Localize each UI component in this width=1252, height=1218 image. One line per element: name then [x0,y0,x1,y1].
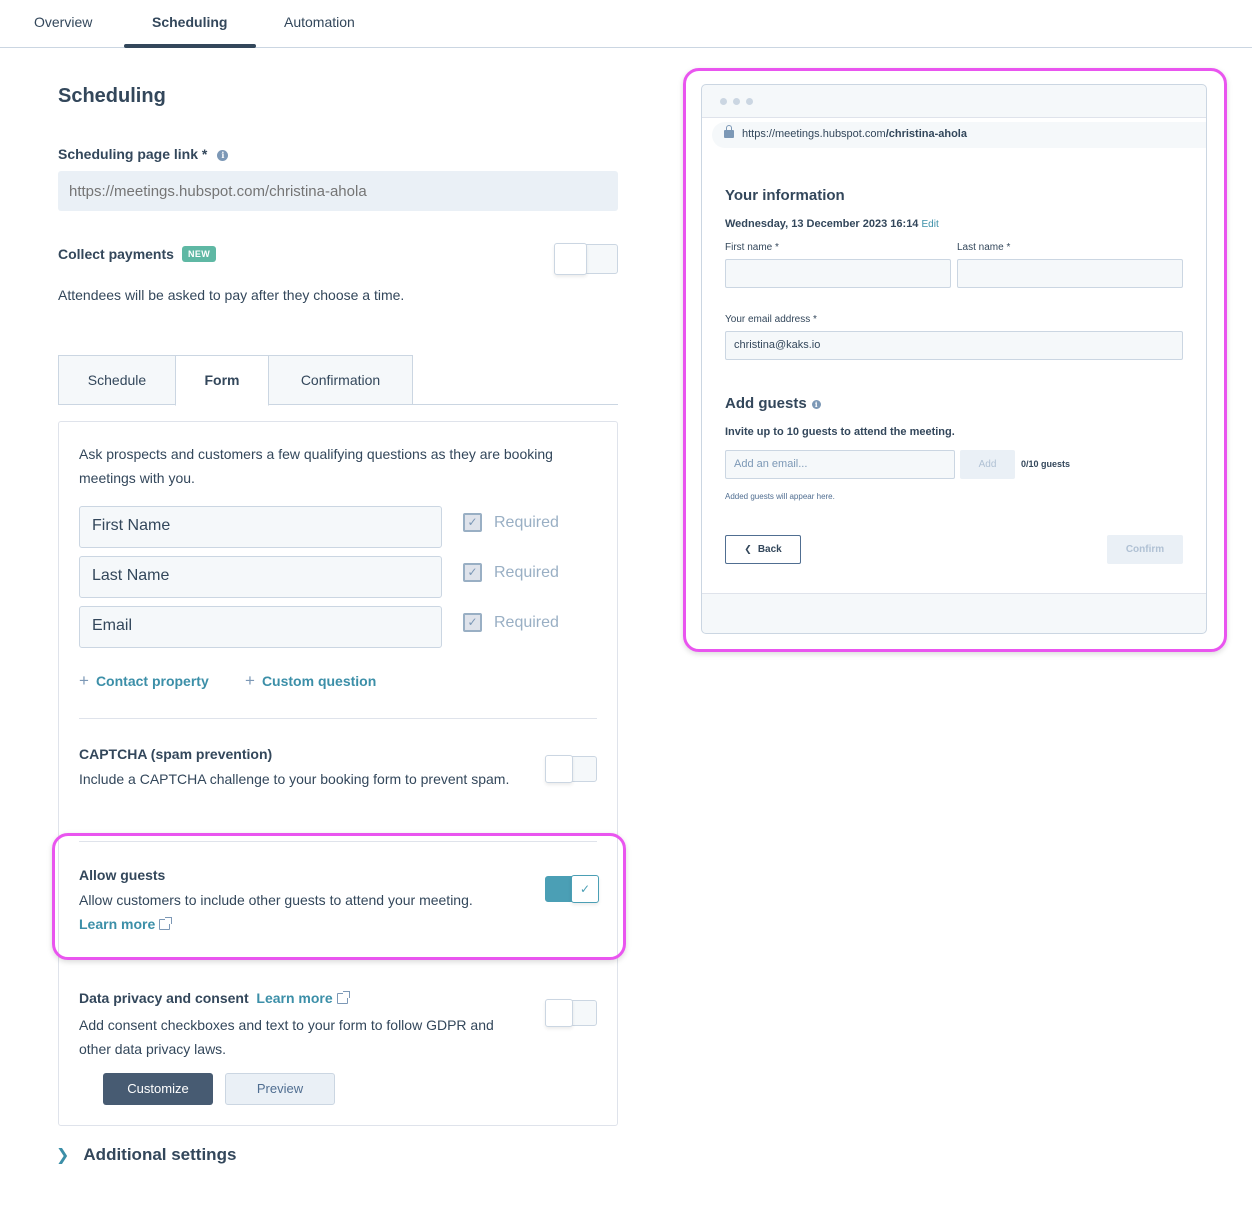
window-dot [733,98,740,105]
subtab-form[interactable]: Form [175,355,269,406]
required-label: Required [494,563,559,581]
subtab-confirmation[interactable]: Confirmation [268,355,413,405]
form-field-email[interactable]: Email [79,606,442,648]
preview-heading: Your information [725,187,845,204]
collect-payments-toggle[interactable] [554,243,618,275]
data-privacy-title: Data privacy and consent Learn more [79,990,350,1006]
allow-guests-description: Allow customers to include other guests … [79,892,473,908]
check-icon: ✓ [571,875,599,903]
window-dot [746,98,753,105]
required-label: Required [494,513,559,531]
info-icon[interactable]: i [811,400,821,409]
preview-email-label: Your email address * [725,314,817,325]
tab-overview[interactable]: Overview [34,14,92,30]
preview-last-name-input[interactable] [957,259,1183,288]
data-privacy-description: Add consent checkboxes and text to your … [79,1017,494,1057]
form-field-first-name[interactable]: First Name [79,506,442,548]
required-last-name[interactable]: ✓ Required [463,563,559,582]
preview-guests-heading-text: Add guests [725,395,807,412]
scheduling-link-input[interactable] [58,171,618,211]
additional-settings-label: Additional settings [83,1145,237,1164]
url-prefix: https://meetings.hubspot.com [742,128,886,140]
preview-guests-subtitle: Invite up to 10 guests to attend the mee… [725,426,955,438]
learn-more-link[interactable]: Learn more [79,916,155,932]
preview-confirm-button[interactable]: Confirm [1107,535,1183,564]
preview-content: Your information Wednesday, 13 December … [702,164,1206,594]
address-bar: https://meetings.hubspot.com/christina-a… [702,118,1206,164]
preview-first-name-input[interactable] [725,259,951,288]
collect-payments-label: Collect payments NEW [58,246,217,262]
tab-scheduling[interactable]: Scheduling [152,14,227,30]
checkbox-checked-icon[interactable]: ✓ [463,563,482,582]
form-sub-tabs: Schedule Form Confirmation [58,355,618,406]
preview-back-button[interactable]: ❮ Back [725,535,801,564]
preview-guest-count: 0/10 guests [1021,459,1071,469]
captcha-title: CAPTCHA (spam prevention) [79,746,273,762]
captcha-toggle[interactable] [545,755,597,783]
scheduling-link-label-text: Scheduling page link * [58,146,208,162]
form-field-last-name[interactable]: Last Name [79,556,442,598]
allow-guests-learn-more[interactable]: Learn more [79,912,173,936]
preview-button[interactable]: Preview [225,1073,335,1105]
chevron-right-icon: ❯ [56,1147,70,1164]
external-link-icon [336,991,350,1004]
subtab-schedule[interactable]: Schedule [58,355,176,405]
allow-guests-toggle[interactable]: ✓ [545,875,599,903]
scheduling-link-label: Scheduling page link * i [58,146,229,162]
url-path: /christina-ahola [885,128,967,140]
add-custom-question-label: Custom question [261,673,377,689]
preview-datetime-text: Wednesday, 13 December 2023 16:14 [725,218,919,230]
preview-first-name-label: First name * [725,242,779,253]
new-badge: NEW [181,246,217,262]
add-custom-question-button[interactable]: + Custom question [245,671,376,691]
allow-guests-title: Allow guests [79,867,166,883]
info-icon[interactable]: i [217,150,229,161]
preview-back-label: Back [757,544,782,555]
data-privacy-title-text: Data privacy and consent [79,990,249,1006]
form-intro: Ask prospects and customers a few qualif… [79,446,553,486]
required-email[interactable]: ✓ Required [463,613,559,632]
plus-icon: + [245,671,255,690]
preview-datetime: Wednesday, 13 December 2023 16:14 Edit [725,218,939,230]
additional-settings-toggle[interactable]: ❯ Additional settings [56,1145,236,1165]
external-link-icon [159,917,173,930]
required-label: Required [494,613,559,631]
data-privacy-learn-more-link[interactable]: Learn more [256,990,332,1006]
preview-guest-email-input[interactable]: Add an email... [725,450,955,479]
window-dot [720,98,727,105]
url-display: https://meetings.hubspot.com/christina-a… [712,122,1206,148]
checkbox-checked-icon[interactable]: ✓ [463,613,482,632]
lock-icon [724,125,734,138]
divider [79,841,597,842]
add-contact-property-button[interactable]: + Contact property [79,671,209,691]
toggle-knob [545,999,573,1027]
preview-edit-link[interactable]: Edit [922,219,939,230]
booking-page-preview: https://meetings.hubspot.com/christina-a… [701,84,1207,634]
chevron-left-icon: ❮ [744,544,752,554]
captcha-description: Include a CAPTCHA challenge to your book… [79,771,510,787]
browser-chrome [702,85,1206,118]
divider [79,718,597,719]
data-privacy-toggle[interactable] [545,999,597,1027]
checkbox-checked-icon[interactable]: ✓ [463,513,482,532]
toggle-knob [554,243,587,275]
preview-email-input[interactable]: christina@kaks.io [725,331,1183,360]
preview-guests-hint: Added guests will appear here. [725,492,835,501]
plus-icon: + [79,671,89,690]
page-title: Scheduling [58,85,166,107]
collect-payments-title: Collect payments [58,246,174,262]
customize-button[interactable]: Customize [103,1073,213,1105]
active-tab-indicator [124,44,256,48]
top-nav: Overview Scheduling Automation [0,0,1252,48]
toggle-knob [545,755,573,783]
add-contact-property-label: Contact property [95,673,209,689]
preview-last-name-label: Last name * [957,242,1011,253]
preview-add-guest-button[interactable]: Add [960,450,1015,479]
tab-automation[interactable]: Automation [284,14,355,30]
preview-guests-heading: Add guests i [725,395,821,412]
collect-payments-description: Attendees will be asked to pay after the… [58,287,405,303]
required-first-name[interactable]: ✓ Required [463,513,559,532]
